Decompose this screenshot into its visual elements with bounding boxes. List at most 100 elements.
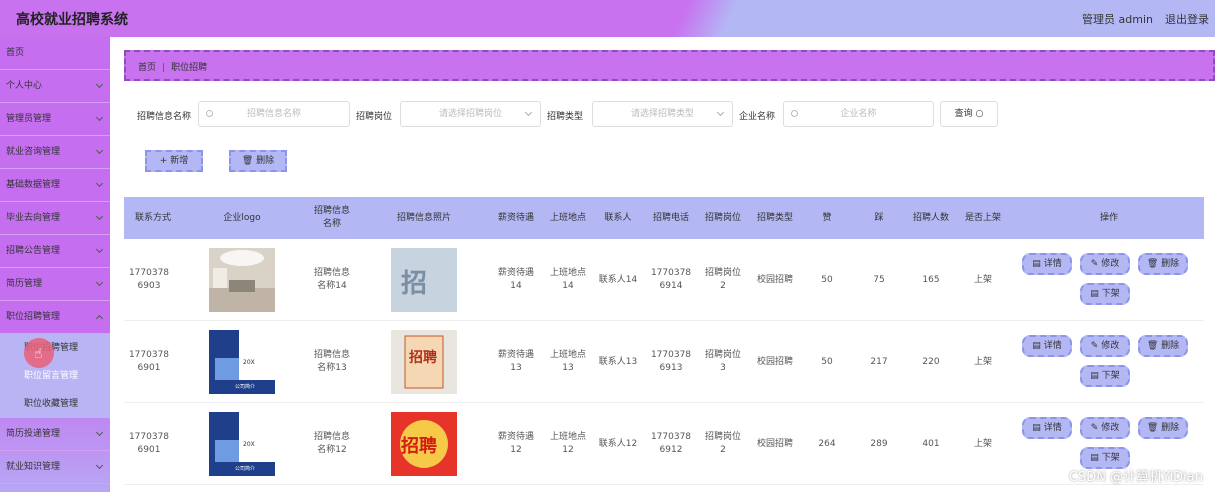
svg-text:招聘: 招聘 <box>409 349 437 366</box>
offshelf-button[interactable]: ▤ 下架 <box>1080 283 1130 305</box>
type-select[interactable]: 请选择招聘类型 <box>592 101 733 127</box>
job-photo-image: 招 <box>391 248 457 312</box>
col-shelf: 是否上架 <box>964 212 1001 223</box>
table-header: 联系方式 企业logo 招聘信息名称 招聘信息照片 薪资待遇 上班地点 联系人 … <box>124 197 1204 239</box>
cell-photo: 招 <box>391 239 457 321</box>
chevron-down-icon <box>95 212 104 221</box>
cell-zan: 264 <box>818 438 836 449</box>
svg-text:20X: 20X <box>243 441 255 448</box>
logout-link[interactable]: 退出登录 <box>1165 11 1209 27</box>
search-icon: ○ <box>975 109 984 119</box>
offshelf-label: 下架 <box>1101 453 1120 463</box>
sidebar: 首页 个人中心 管理员管理 就业咨询管理 基础数据管理 毕业去向管理 招聘公告管… <box>0 37 110 492</box>
sidebar-item-consult[interactable]: 就业咨询管理 <box>0 136 110 169</box>
sidebar-item-basic-data[interactable]: 基础数据管理 <box>0 169 110 202</box>
cell-contact: 1770378 6901 <box>128 350 170 373</box>
delete-button[interactable]: 🗑 删除 <box>1138 335 1188 357</box>
trash-icon: 🗑 <box>1146 423 1159 433</box>
delete-button[interactable]: 🗑 删除 <box>1138 253 1188 275</box>
job-table: 联系方式 企业logo 招聘信息名称 招聘信息照片 薪资待遇 上班地点 联系人 … <box>124 197 1204 485</box>
company-logo-image: 20X 公司简介 <box>209 412 275 476</box>
detail-button[interactable]: ▤ 详情 <box>1022 253 1072 275</box>
sidebar-item-admin[interactable]: 管理员管理 <box>0 103 110 136</box>
cell-name: 招聘信息 名称12 <box>313 432 350 455</box>
company-placeholder: 企业名称 <box>840 109 877 119</box>
edit-button[interactable]: ✎ 修改 <box>1080 417 1130 439</box>
submenu-item-job-favorite[interactable]: 职位收藏管理 <box>0 390 110 418</box>
sidebar-item-knowledge[interactable]: 就业知识管理 <box>0 451 110 484</box>
cell-name: 招聘信息 名称14 <box>313 268 350 291</box>
delete-button[interactable]: 🗑 删除 <box>1138 417 1188 439</box>
col-post: 招聘岗位 <box>704 212 741 223</box>
cell-type: 校园招聘 <box>756 274 793 285</box>
cell-post: 招聘岗位 2 <box>704 432 741 455</box>
pencil-icon: ✎ <box>1090 259 1099 269</box>
edit-button[interactable]: ✎ 修改 <box>1080 253 1130 275</box>
cell-num: 220 <box>922 356 940 367</box>
cell-person: 联系人14 <box>598 274 638 285</box>
svg-text:20X: 20X <box>243 359 255 366</box>
submenu-job: 职位招聘管理 职位留言管理 职位收藏管理 <box>0 334 110 418</box>
name-input[interactable]: 招聘信息名称 <box>198 101 350 127</box>
cell-salary: 薪资待遇 12 <box>497 432 534 455</box>
name-placeholder: 招聘信息名称 <box>246 109 301 119</box>
cell-person: 联系人12 <box>598 438 638 449</box>
cell-zan: 50 <box>821 356 833 367</box>
chevron-down-icon <box>95 461 104 470</box>
sidebar-item-job[interactable]: 职位招聘管理 <box>0 301 110 334</box>
post-label: 招聘岗位 <box>356 112 393 122</box>
submenu-item-job-manage[interactable]: 职位招聘管理 <box>0 334 110 362</box>
cell-phone: 1770378 6913 <box>650 350 692 373</box>
cell-contact: 1770378 6901 <box>128 432 170 455</box>
col-contact: 联系方式 <box>134 212 171 223</box>
cell-photo: 招聘 <box>391 403 457 485</box>
post-select[interactable]: 请选择招聘岗位 <box>400 101 541 127</box>
detail-button[interactable]: ▤ 详情 <box>1022 335 1072 357</box>
edit-label: 修改 <box>1101 259 1120 269</box>
sidebar-item-label: 职位招聘管理 <box>6 312 61 322</box>
sidebar-item-notice[interactable]: 招聘公告管理 <box>0 235 110 268</box>
sidebar-item-resume-delivery[interactable]: 简历投递管理 <box>0 418 110 451</box>
doc-icon: ▤ <box>1090 289 1099 299</box>
query-button[interactable]: 查询 ○ <box>940 101 998 127</box>
watermark: CSDN @计算机YiDian <box>1068 470 1203 485</box>
table-row: 1770378 6901 招聘信息 名称13 薪资待遇 13 上班地点 13 联系人13… <box>124 321 1204 403</box>
offshelf-label: 下架 <box>1101 371 1120 381</box>
edit-label: 修改 <box>1101 341 1120 351</box>
col-person: 联系人 <box>604 212 632 223</box>
col-place: 上班地点 <box>549 212 586 223</box>
sidebar-item-resume[interactable]: 简历管理 <box>0 268 110 301</box>
sidebar-item-home[interactable]: 首页 <box>0 37 110 70</box>
offshelf-button[interactable]: ▤ 下架 <box>1080 365 1130 387</box>
detail-button[interactable]: ▤ 详情 <box>1022 417 1072 439</box>
search-icon <box>791 110 798 117</box>
add-button[interactable]: + 新增 <box>145 150 203 172</box>
submenu-item-job-message[interactable]: 职位留言管理 <box>0 362 110 390</box>
breadcrumb-home[interactable]: 首页 <box>138 63 156 73</box>
chevron-down-icon <box>95 179 104 188</box>
pencil-icon: ✎ <box>1090 341 1099 351</box>
col-zan: 赞 <box>822 212 832 223</box>
col-phone: 招聘电话 <box>652 212 689 223</box>
chevron-down-icon <box>716 108 725 117</box>
cell-logo: 20X 公司简介 <box>209 403 275 485</box>
col-cai: 踩 <box>874 212 884 223</box>
admin-label: 管理员 admin <box>1082 13 1153 26</box>
delete-label: 删除 <box>1161 259 1180 269</box>
col-num: 招聘人数 <box>912 212 949 223</box>
sidebar-item-personal[interactable]: 个人中心 <box>0 70 110 103</box>
company-input[interactable]: 企业名称 <box>783 101 934 127</box>
chevron-down-icon <box>95 245 104 254</box>
cell-cai: 289 <box>870 438 888 449</box>
col-ops: 操作 <box>1099 212 1118 223</box>
chevron-up-icon <box>95 314 104 323</box>
svg-text:公司简介: 公司简介 <box>235 383 255 390</box>
sidebar-item-graduation[interactable]: 毕业去向管理 <box>0 202 110 235</box>
app-title: 高校就业招聘系统 <box>16 12 128 28</box>
batch-delete-button[interactable]: 🗑 删除 <box>229 150 287 172</box>
offshelf-label: 下架 <box>1101 289 1120 299</box>
cell-num: 401 <box>922 438 940 449</box>
hand-pointer-icon: ☝ <box>34 346 43 362</box>
edit-button[interactable]: ✎ 修改 <box>1080 335 1130 357</box>
query-label: 查询 <box>954 109 973 119</box>
